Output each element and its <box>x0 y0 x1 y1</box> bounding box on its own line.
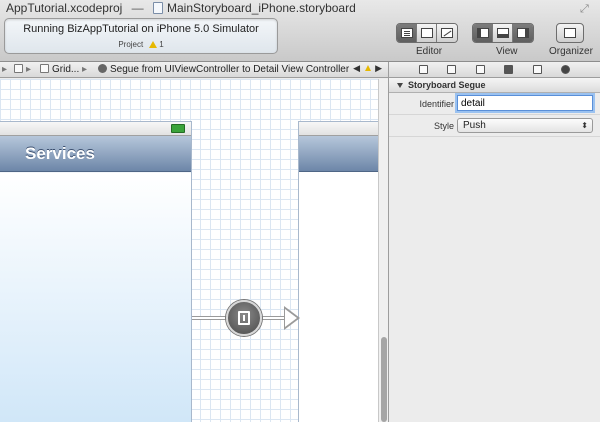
organizer-label: Organizer <box>549 46 593 57</box>
activity-status: Running BizAppTutorial on iPhone 5.0 Sim… <box>23 23 259 35</box>
storyboard-canvas[interactable]: Services <box>0 79 378 422</box>
title-separator: — <box>131 1 144 15</box>
storyboard-file-title: MainStoryboard_iPhone.storyboard <box>166 1 356 15</box>
size-inspector-icon[interactable] <box>532 65 542 74</box>
view-segmented-control <box>472 23 534 43</box>
editor-label: Editor <box>416 46 443 57</box>
identity-inspector-icon[interactable] <box>475 65 485 74</box>
issue-navigation[interactable]: ◀ ▶ <box>353 63 382 74</box>
popup-arrows-icon: ⬍ <box>581 121 588 130</box>
jumpbar-segue-label: Segue from UIViewController to Detail Vi… <box>110 64 350 75</box>
jumpbar-crumb-scene[interactable]: ▸ <box>14 64 31 75</box>
assistant-editor-button[interactable] <box>417 24 437 42</box>
standard-editor-icon <box>400 28 413 38</box>
jumpbar-crumb-grid[interactable]: Grid... ▸ <box>40 64 87 75</box>
attributes-inspector: Storyboard Segue Identifier Style Push ⬍ <box>388 62 600 422</box>
jumpbar-crumb-segue[interactable]: Segue from UIViewController to Detail Vi… <box>98 64 349 75</box>
debug-area-toggle-button[interactable] <box>493 24 513 42</box>
chevron-right-icon: ▸ <box>82 64 88 75</box>
file-inspector-icon[interactable] <box>418 65 428 74</box>
status-bar <box>0 122 191 136</box>
view-label: View <box>496 46 518 57</box>
canvas-vertical-scrollbar[interactable] <box>378 79 388 422</box>
previous-issue-icon[interactable]: ◀ <box>353 63 360 73</box>
grid-icon <box>40 64 49 73</box>
services-view-controller-scene[interactable]: Services <box>0 121 192 422</box>
inspector-tab-bar <box>389 62 600 78</box>
debug-pane-icon <box>496 28 509 38</box>
style-row: Style Push ⬍ <box>389 115 600 137</box>
navigation-title: Services <box>25 144 95 163</box>
identifier-row: Identifier <box>389 93 600 115</box>
navigation-bar[interactable] <box>299 136 378 172</box>
segue-arrowhead-inner <box>285 309 297 327</box>
chevron-right-icon: ▸ <box>2 64 8 75</box>
fullscreen-icon[interactable]: ⤢ <box>580 3 592 15</box>
navigation-bar[interactable]: Services <box>0 136 191 172</box>
navigator-pane-icon <box>476 28 489 38</box>
activity-project[interactable]: Project 1 <box>5 40 277 49</box>
segue-icon <box>98 64 107 73</box>
window-title: AppTutorial.xcodeproj — MainStoryboard_i… <box>6 1 576 19</box>
section-title: Storyboard Segue <box>408 80 486 90</box>
push-segue-icon <box>238 311 250 325</box>
project-file-title: AppTutorial.xcodeproj <box>6 1 123 15</box>
window-toolbar: AppTutorial.xcodeproj — MainStoryboard_i… <box>0 0 600 62</box>
style-label: Style <box>433 121 454 131</box>
navigator-toggle-button[interactable] <box>473 24 493 42</box>
disclosure-triangle-icon[interactable] <box>397 83 403 88</box>
jumpbar-grid-label: Grid... <box>52 64 80 75</box>
scrollbar-thumb[interactable] <box>381 337 387 422</box>
warning-icon <box>149 41 158 48</box>
jumpbar-nav-prefix[interactable]: ▸ <box>2 64 7 75</box>
warning-count: 1 <box>159 40 164 49</box>
utilities-toggle-button[interactable] <box>513 24 533 42</box>
editor-segmented-control <box>396 23 458 43</box>
identifier-label: Identifier <box>419 99 454 109</box>
next-issue-icon[interactable]: ▶ <box>375 63 382 73</box>
chevron-right-icon: ▸ <box>26 64 32 75</box>
activity-viewer: Running BizAppTutorial on iPhone 5.0 Sim… <box>4 18 278 54</box>
attributes-inspector-icon[interactable] <box>504 65 514 74</box>
identifier-input[interactable] <box>457 95 593 111</box>
jump-bar: ▸ ▸ Grid... ▸ Segue from UIViewControlle… <box>0 62 388 78</box>
segue-node[interactable] <box>226 300 262 336</box>
activity-project-label: Project <box>118 40 144 49</box>
detail-view-controller-scene[interactable] <box>298 121 378 422</box>
storyboard-segue-section[interactable]: Storyboard Segue <box>389 78 600 93</box>
utilities-pane-icon <box>517 28 529 38</box>
organizer-button[interactable] <box>556 23 584 43</box>
quick-help-icon[interactable] <box>447 65 457 74</box>
style-select[interactable]: Push ⬍ <box>457 118 593 133</box>
view-body[interactable] <box>0 173 191 422</box>
version-editor-button[interactable] <box>437 24 457 42</box>
scene-icon <box>14 64 23 73</box>
version-editor-icon <box>441 28 453 38</box>
style-selected-value: Push <box>463 120 486 131</box>
status-bar <box>299 122 378 136</box>
organizer-icon <box>564 28 576 38</box>
warning-icon <box>364 65 371 71</box>
storyboard-document-icon <box>152 2 163 14</box>
battery-icon <box>171 124 185 133</box>
standard-editor-button[interactable] <box>397 24 417 42</box>
assistant-editor-icon <box>420 28 433 38</box>
connections-inspector-icon[interactable] <box>561 65 571 74</box>
